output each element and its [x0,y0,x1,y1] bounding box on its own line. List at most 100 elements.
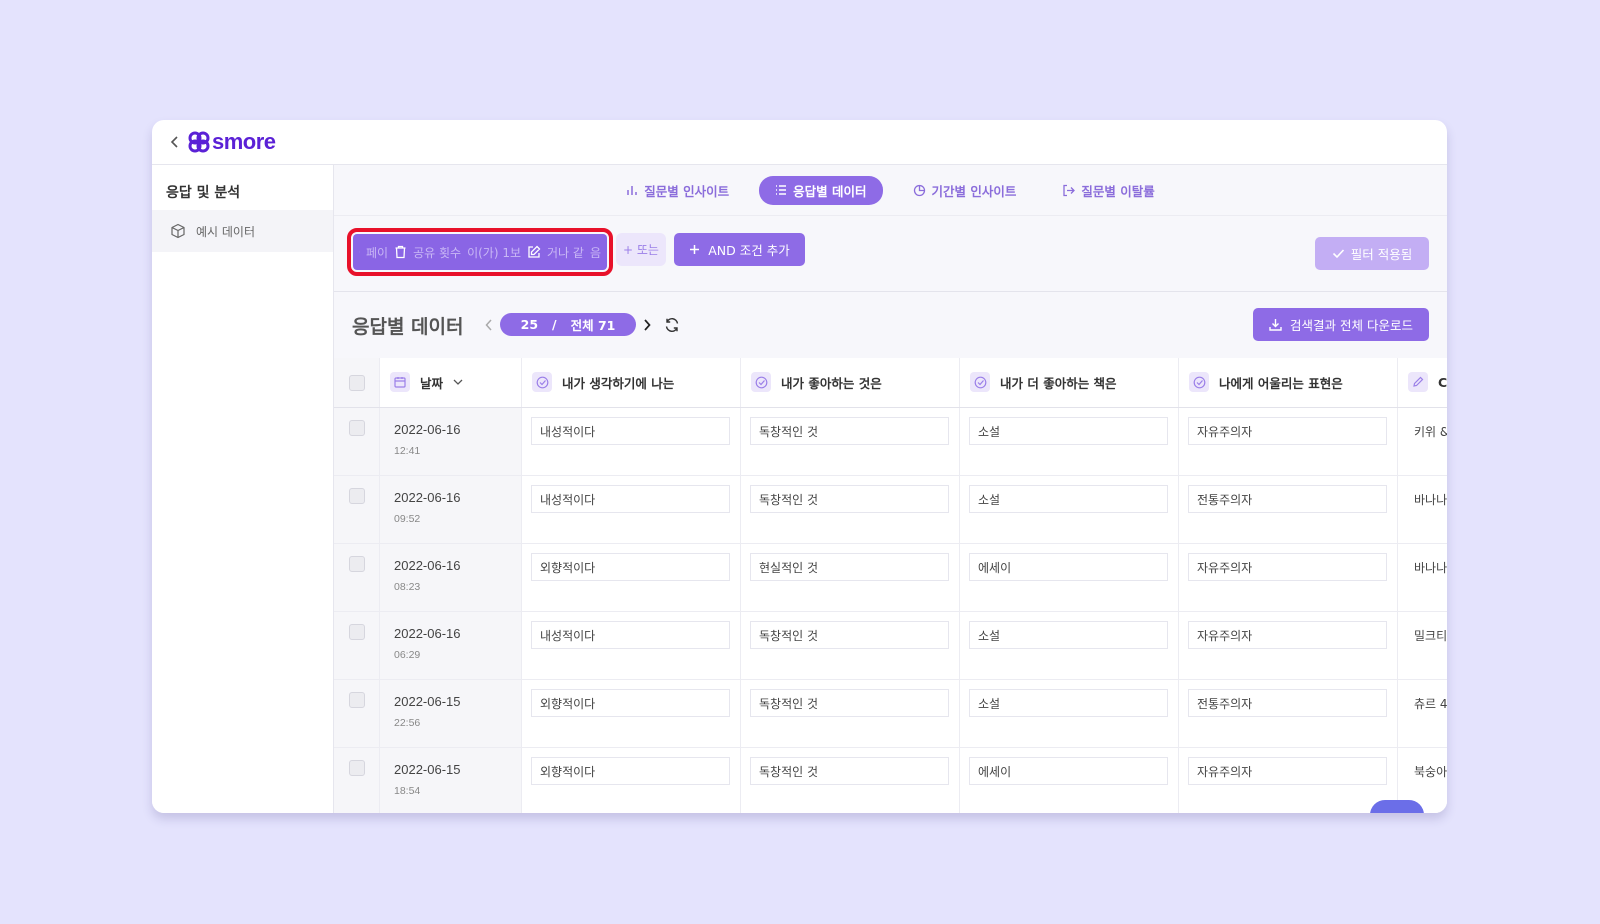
tab-label: 응답별 데이터 [793,183,867,199]
pager-indicator: 25 / 전체 71 [500,313,636,336]
answer-value: 독창적인 것 [750,689,949,717]
answer-cell: 내성적이다 [522,612,741,679]
table-row[interactable]: 2022-06-16 06:29 내성적이다 독창적인 것 소설 자유주의자 밀크티 [334,612,1447,680]
add-or-condition-button[interactable]: + 또는 [616,233,666,266]
select-all-checkbox[interactable] [349,375,365,391]
answer-cell: 외향적이다 [522,680,741,747]
answer-value: 밀크티 [1414,629,1447,643]
answer-value: 바나나 [1414,493,1447,507]
back-button[interactable] [166,132,184,152]
answer-value: 에세이 [969,553,1168,581]
answer-value: 북숭아 [1414,765,1447,779]
filter-chip-highlight: 페이 공유 횟수 이(가) 1보 거나 같 음 [347,228,613,276]
table-row[interactable]: 2022-06-15 18:54 외향적이다 독창적인 것 에세이 자유주의자 북숭아 [334,748,1447,813]
response-date: 2022-06-15 [394,762,461,777]
answer-value: 독창적인 것 [750,485,949,513]
answer-cell: 독창적인 것 [741,680,960,747]
answer-cell: 전통주의자 [1179,476,1398,543]
and-button-label: AND 조건 추가 [708,243,790,258]
row-checkbox[interactable] [349,556,365,572]
add-and-condition-button[interactable]: AND 조건 추가 [674,233,805,266]
answer-value: 츄르 4 [1414,697,1447,711]
row-check-cell [334,544,380,611]
chevron-down-icon [453,379,463,385]
filter-condition-chip[interactable]: 페이 공유 횟수 이(가) 1보 거나 같 음 [353,234,607,270]
answer-cell: 현실적인 것 [741,544,960,611]
row-checkbox[interactable] [349,624,365,640]
page-title: 응답별 데이터 [352,316,464,338]
answer-value: 소설 [969,417,1168,445]
row-checkbox[interactable] [349,692,365,708]
answer-value: 현실적인 것 [750,553,949,581]
response-date: 2022-06-15 [394,694,461,709]
answer-cell: 소설 [960,408,1179,475]
question-header-label: 내가 좋아하는 것은 [781,375,882,391]
row-check-cell [334,748,380,813]
download-icon [1269,319,1282,331]
answer-cell: 자유주의자 [1179,612,1398,679]
smore-logo-icon [188,131,210,153]
filter-applied-label: 필터 적용됨 [1350,247,1413,262]
pencil-icon [1408,372,1428,392]
pie-chart-icon [913,184,925,196]
header-question-3[interactable]: 내가 더 좋아하는 책은 [960,358,1179,407]
answer-cell: 자유주의자 [1179,748,1398,813]
answer-value: 키위 & [1414,425,1447,439]
refresh-button[interactable] [662,314,682,336]
row-checkbox[interactable] [349,488,365,504]
prev-page-button[interactable] [481,314,497,336]
next-page-button[interactable] [639,314,655,336]
answer-cell: 자유주의자 [1179,544,1398,611]
floating-action-button[interactable] [1370,800,1424,813]
tab-period-insight[interactable]: 기간별 인사이트 [897,176,1033,205]
tab-question-insight[interactable]: 질문별 인사이트 [610,176,745,205]
answer-cell: 키위 & [1398,408,1447,475]
answer-cell: 바나나 [1398,544,1447,611]
answer-value: 자유주의자 [1188,417,1387,445]
question-header-label: 내가 생각하기에 나는 [562,375,675,391]
smore-logo[interactable]: smore [188,129,276,155]
row-checkbox[interactable] [349,420,365,436]
answer-value: 내성적이다 [531,485,730,513]
table-row[interactable]: 2022-06-16 09:52 내성적이다 독창적인 것 소설 전통주의자 바나나 [334,476,1447,544]
answer-cell: 독창적인 것 [741,476,960,543]
header-question-5[interactable]: C [1398,358,1447,407]
filter-chip-text-5: 음 [589,245,601,260]
answer-cell: 에세이 [960,748,1179,813]
response-date: 2022-06-16 [394,558,461,573]
header-date-cell[interactable]: 날짜 [380,358,522,407]
row-date-cell: 2022-06-16 08:23 [380,544,522,611]
calendar-icon [390,372,410,392]
tab-dropout-rate[interactable]: 질문별 이탈률 [1046,176,1170,205]
answer-cell: 츄르 4 [1398,680,1447,747]
answer-value: 독창적인 것 [750,757,949,785]
table-row[interactable]: 2022-06-16 12:41 내성적이다 독창적인 것 소설 자유주의자 키위 & [334,408,1447,476]
delete-filter-button[interactable] [394,245,407,259]
table-row[interactable]: 2022-06-15 22:56 외향적이다 독창적인 것 소설 전통주의자 츄르 4 [334,680,1447,748]
pager-total: 전체 71 [570,318,616,333]
row-checkbox[interactable] [349,760,365,776]
edit-filter-button[interactable] [527,245,541,259]
chevron-right-icon [644,319,651,331]
header-question-2[interactable]: 내가 좋아하는 것은 [741,358,960,407]
row-date-cell: 2022-06-15 22:56 [380,680,522,747]
filter-applied-button[interactable]: 필터 적용됨 [1315,237,1429,270]
section-header: 응답별 데이터 25 / 전체 71 검색결과 전체 다운로드 [334,292,1447,358]
header-question-4[interactable]: 나에게 어울리는 표현은 [1179,358,1398,407]
tab-label: 질문별 이탈률 [1081,183,1155,199]
download-all-button[interactable]: 검색결과 전체 다운로드 [1253,308,1429,341]
row-date-cell: 2022-06-16 09:52 [380,476,522,543]
answer-cell: 독창적인 것 [741,408,960,475]
share-icon [359,251,360,253]
header-question-1[interactable]: 내가 생각하기에 나는 [522,358,741,407]
trash-icon [395,245,406,259]
row-check-cell [334,612,380,679]
filter-chip-text-1: 페이 [366,245,389,260]
table-row[interactable]: 2022-06-16 08:23 외향적이다 현실적인 것 에세이 자유주의자 바나나 [334,544,1447,612]
sidebar-item-sample-data[interactable]: 예시 데이터 [152,210,333,252]
answer-value: 전통주의자 [1188,485,1387,513]
answer-cell: 내성적이다 [522,408,741,475]
tab-response-data[interactable]: 응답별 데이터 [759,175,883,205]
answer-cell: 외향적이다 [522,544,741,611]
answer-cell: 에세이 [960,544,1179,611]
